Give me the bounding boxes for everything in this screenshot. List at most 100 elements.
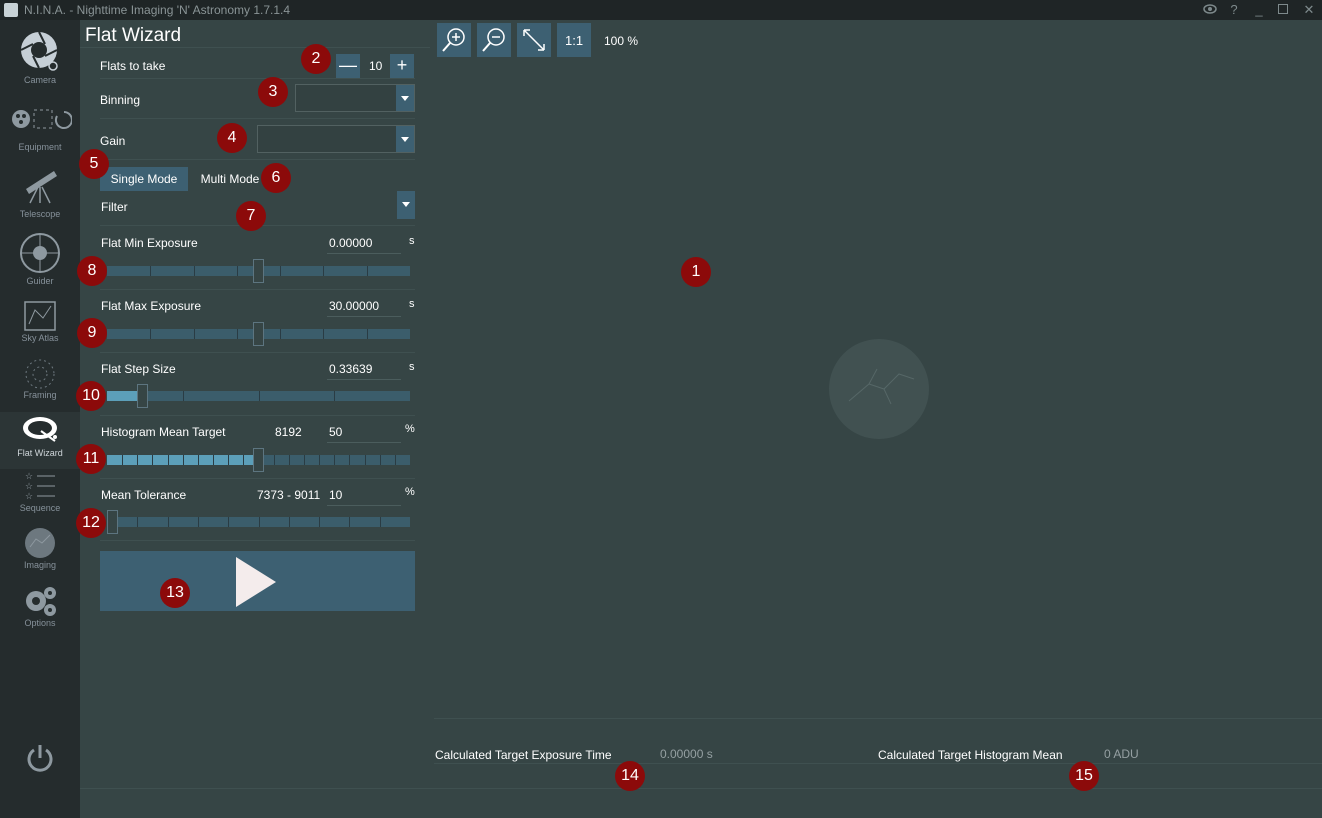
sidebar-item-equipment[interactable]: Equipment: [0, 106, 80, 163]
sidebar-item-label: Sky Atlas: [21, 333, 59, 343]
start-flats-button[interactable]: [100, 551, 415, 611]
mean-tolerance-slider[interactable]: [107, 517, 410, 527]
max-exposure-label: Flat Max Exposure: [101, 299, 202, 313]
constellation-icon: [848, 368, 915, 405]
divider: [100, 352, 415, 353]
zoom-in-button[interactable]: [437, 23, 471, 57]
minimize-icon[interactable]: _: [1249, 2, 1269, 17]
gain-label: Gain: [100, 134, 126, 148]
svg-text:☆: ☆: [25, 471, 33, 481]
slider-tick: [137, 517, 138, 527]
mean-tolerance-label: Mean Tolerance: [101, 488, 187, 502]
divider: [100, 118, 415, 119]
histogram-target-unit: %: [405, 423, 415, 435]
sidebar-item-imaging[interactable]: Imaging: [0, 527, 80, 584]
slider-thumb[interactable]: [252, 259, 264, 283]
histogram-target-adu: 8192: [275, 425, 302, 439]
slider-tick: [367, 329, 368, 339]
image-placeholder: [829, 339, 929, 439]
slider-tick: [323, 266, 324, 276]
flats-to-take-label: Flats to take: [100, 59, 166, 73]
divider: [100, 159, 415, 160]
eye-icon[interactable]: [1200, 2, 1220, 17]
multi-mode-tab[interactable]: Multi Mode: [192, 167, 268, 191]
one-to-one-button[interactable]: 1:1: [557, 23, 591, 57]
annotation-marker: 4: [217, 123, 247, 153]
sidebar-item-framing[interactable]: Framing: [0, 357, 80, 414]
slider-tick: [198, 455, 199, 465]
slider-tick: [243, 455, 244, 465]
single-mode-tab[interactable]: Single Mode: [100, 167, 188, 191]
zoom-in-icon: [442, 28, 465, 52]
slider-tick: [367, 266, 368, 276]
slider-tick: [289, 517, 290, 527]
chevron-down-icon: [397, 191, 415, 219]
annotation-marker: 6: [261, 163, 291, 193]
binning-select[interactable]: [295, 84, 415, 112]
sidebar-item-sequence[interactable]: ☆ ☆ ☆ Sequence: [0, 470, 80, 527]
sidebar-item-telescope[interactable]: Telescope: [0, 165, 80, 222]
slider-tick: [168, 517, 169, 527]
slider-tick: [319, 455, 320, 465]
slider-thumb[interactable]: [252, 322, 264, 346]
power-icon[interactable]: [24, 742, 56, 774]
zoom-out-icon: [482, 28, 505, 52]
slider-tick: [304, 455, 305, 465]
slider-tick: [122, 455, 123, 465]
zoom-out-button[interactable]: [477, 23, 511, 57]
divider: [434, 763, 1322, 764]
divider: [100, 478, 415, 479]
close-icon[interactable]: ✕: [1299, 2, 1319, 18]
target-histogram-value: 0 ADU: [1104, 747, 1139, 761]
mean-tolerance-range: 7373 - 9011: [257, 488, 321, 502]
title-bar: N.I.N.A. - Nighttime Imaging 'N' Astrono…: [0, 0, 1322, 20]
app-logo-icon: [4, 3, 18, 17]
gain-select[interactable]: [257, 125, 415, 153]
slider-tick: [289, 455, 290, 465]
step-size-slider[interactable]: [107, 391, 410, 401]
imaging-icon: [25, 528, 55, 558]
sidebar-item-label: Sequence: [19, 503, 61, 513]
sidebar-item-flat-wizard[interactable]: Flat Wizard: [0, 412, 80, 469]
help-icon[interactable]: ?: [1224, 2, 1244, 17]
slider-thumb[interactable]: [137, 384, 149, 408]
annotation-marker: 10: [76, 381, 106, 411]
mean-tolerance-input[interactable]: 10: [327, 487, 401, 506]
slider-tick: [380, 517, 381, 527]
increment-button[interactable]: +: [390, 54, 414, 78]
decrement-button[interactable]: —: [336, 54, 360, 78]
divider: [434, 718, 1322, 719]
slider-tick: [280, 266, 281, 276]
window-title: N.I.N.A. - Nighttime Imaging 'N' Astrono…: [24, 3, 291, 17]
sidebar-item-guider[interactable]: Guider: [0, 232, 80, 289]
slider-tick: [183, 455, 184, 465]
divider: [100, 289, 415, 290]
annotation-marker: 1: [681, 257, 711, 287]
slider-tick: [395, 455, 396, 465]
min-exposure-input[interactable]: 0.00000: [327, 235, 401, 254]
slider-tick: [349, 455, 350, 465]
maximize-icon[interactable]: [1273, 2, 1293, 17]
expand-arrows-icon: [523, 29, 545, 51]
min-exposure-label: Flat Min Exposure: [101, 236, 198, 250]
max-exposure-input[interactable]: 30.00000: [327, 298, 401, 317]
slider-thumb[interactable]: [107, 510, 119, 534]
sidebar-item-camera[interactable]: Camera: [0, 30, 80, 87]
target-exposure-value: 0.00000 s: [660, 747, 713, 761]
sidebar-item-label: Options: [24, 618, 56, 628]
slider-tick: [228, 455, 229, 465]
sidebar-item-sky-atlas[interactable]: Sky Atlas: [0, 300, 80, 357]
step-size-input[interactable]: 0.33639: [327, 361, 401, 380]
slider-thumb[interactable]: [252, 448, 264, 472]
play-icon: [236, 557, 276, 607]
slider-tick: [237, 266, 238, 276]
sidebar-item-label: Framing: [23, 390, 57, 400]
zoom-level: 100 %: [604, 34, 639, 48]
fit-to-screen-button[interactable]: [517, 23, 551, 57]
histogram-target-input[interactable]: 50: [327, 424, 401, 443]
sidebar-item-options[interactable]: Options: [0, 585, 80, 642]
flats-count-value[interactable]: 10: [369, 59, 382, 73]
slider-tick: [274, 455, 275, 465]
slider-tick: [168, 455, 169, 465]
step-size-unit: s: [409, 361, 415, 373]
